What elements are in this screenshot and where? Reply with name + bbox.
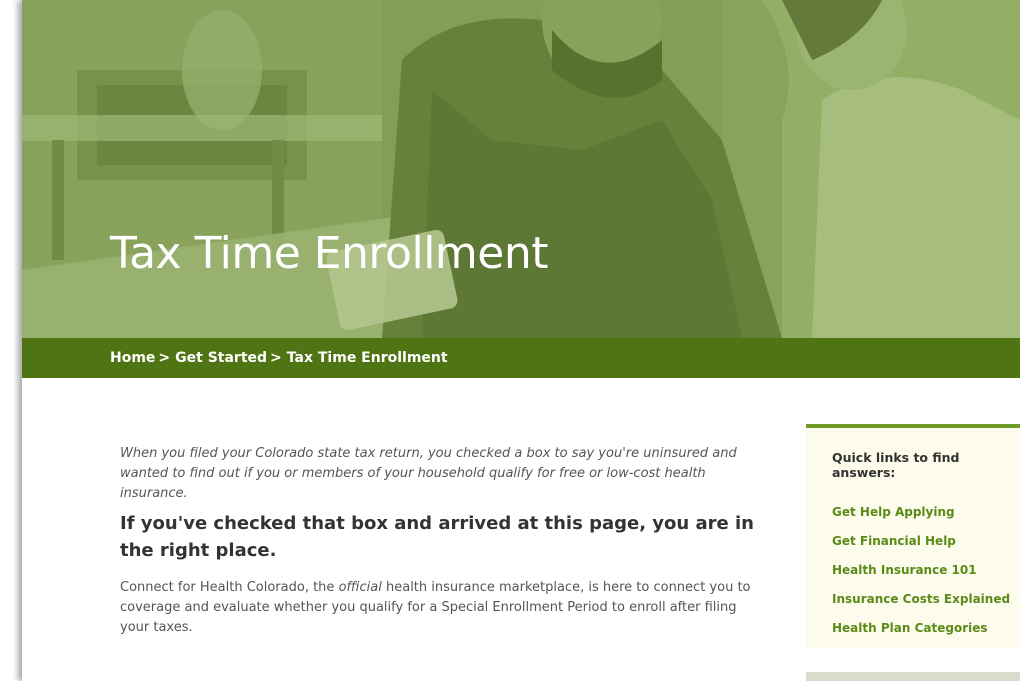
quick-links-panel: Quick links to find answers: Get Help Ap… bbox=[806, 424, 1020, 648]
breadcrumb-current: Tax Time Enrollment bbox=[286, 350, 448, 366]
breadcrumb: Home > Get Started > Tax Time Enrollment bbox=[22, 338, 1020, 378]
quick-links-title: Quick links to find answers: bbox=[832, 450, 960, 480]
body-text-start: Connect for Health Colorado, the bbox=[120, 580, 339, 595]
quick-link-get-financial-help[interactable]: Get Financial Help bbox=[832, 533, 1020, 549]
page-frame: Tax Time Enrollment Home > Get Started >… bbox=[22, 0, 1020, 681]
page-title: Tax Time Enrollment bbox=[110, 228, 549, 279]
breadcrumb-home-link[interactable]: Home bbox=[110, 350, 155, 366]
section-headline: If you've checked that box and arrived a… bbox=[120, 513, 754, 561]
hero-banner: Tax Time Enrollment bbox=[22, 0, 1020, 338]
main-content: When you filed your Colorado state tax r… bbox=[120, 444, 760, 638]
breadcrumb-separator: > bbox=[158, 350, 171, 366]
sidebar-image-thumbnail bbox=[806, 672, 1020, 681]
body-text-emphasis: official bbox=[338, 580, 382, 595]
intro-paragraph: When you filed your Colorado state tax r… bbox=[120, 446, 737, 501]
quick-link-get-help-applying[interactable]: Get Help Applying bbox=[832, 504, 1020, 520]
quick-link-health-insurance-101[interactable]: Health Insurance 101 bbox=[832, 562, 1020, 578]
quick-link-insurance-costs-explained[interactable]: Insurance Costs Explained bbox=[832, 591, 1020, 607]
breadcrumb-get-started-link[interactable]: Get Started bbox=[175, 350, 267, 366]
breadcrumb-separator: > bbox=[270, 350, 282, 366]
body-paragraph: Connect for Health Colorado, the officia… bbox=[120, 578, 760, 638]
hero-photo bbox=[22, 0, 1020, 338]
quick-link-health-plan-categories[interactable]: Health Plan Categories bbox=[832, 620, 1020, 636]
